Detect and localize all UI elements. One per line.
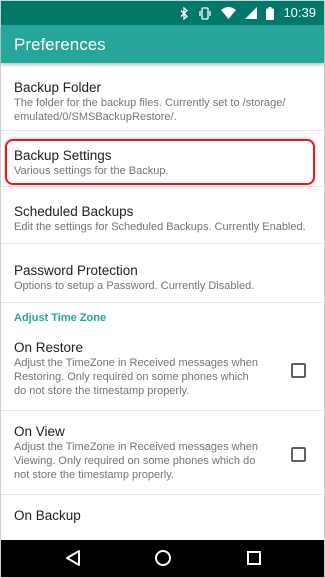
bluetooth-icon (180, 6, 189, 20)
pref-title: Backup Settings (14, 148, 112, 163)
navigation-bar (1, 540, 324, 577)
home-icon[interactable] (154, 549, 172, 567)
back-icon[interactable] (64, 549, 82, 567)
pref-summary: Adjust the TimeZone in Received messages… (14, 357, 258, 397)
pref-backup-settings[interactable]: Backup Settings Various settings for the… (1, 131, 324, 187)
recents-icon[interactable] (245, 549, 263, 567)
pref-backup-folder[interactable]: Backup Folder The folder for the backup … (1, 63, 324, 131)
pref-title: Backup Folder (14, 80, 102, 95)
pref-title: On Backup (14, 508, 81, 523)
pref-summary: Options to setup a Password. Currently D… (14, 280, 255, 292)
vibrate-icon (199, 6, 212, 20)
status-bar: 10:39 (1, 1, 324, 25)
pref-scheduled-backups[interactable]: Scheduled Backups Edit the settings for … (1, 187, 324, 244)
preferences-list[interactable]: Backup Folder The folder for the backup … (1, 63, 324, 542)
pref-summary: Various settings for the Backup. (14, 165, 169, 177)
pref-summary: The folder for the backup files. Current… (14, 97, 286, 123)
pref-on-restore[interactable]: On Restore Adjust the TimeZone in Receiv… (1, 327, 324, 411)
page-title: Preferences (14, 35, 106, 54)
pref-summary: Edit the settings for Scheduled Backups.… (14, 221, 306, 233)
signal-icon (245, 7, 258, 19)
pref-title: On View (14, 424, 65, 439)
pref-title: Scheduled Backups (14, 204, 134, 219)
pref-summary: Adjust the TimeZone in Received messages… (14, 441, 258, 481)
pref-title: On Restore (14, 340, 84, 355)
status-icons: 10:39 (180, 5, 316, 21)
category-adjust-time-zone: Adjust Time Zone (1, 303, 324, 327)
battery-icon (266, 6, 275, 20)
on-view-checkbox[interactable] (291, 447, 306, 462)
pref-title: Password Protection (14, 263, 138, 278)
wifi-icon (221, 7, 237, 19)
category-title: Adjust Time Zone (14, 312, 107, 324)
app-bar: Preferences (1, 25, 324, 63)
on-restore-checkbox[interactable] (291, 363, 306, 378)
pref-on-backup[interactable]: On Backup (1, 495, 324, 542)
pref-on-view[interactable]: On View Adjust the TimeZone in Received … (1, 411, 324, 495)
status-time: 10:39 (283, 5, 316, 20)
pref-password-protection[interactable]: Password Protection Options to setup a P… (1, 244, 324, 303)
